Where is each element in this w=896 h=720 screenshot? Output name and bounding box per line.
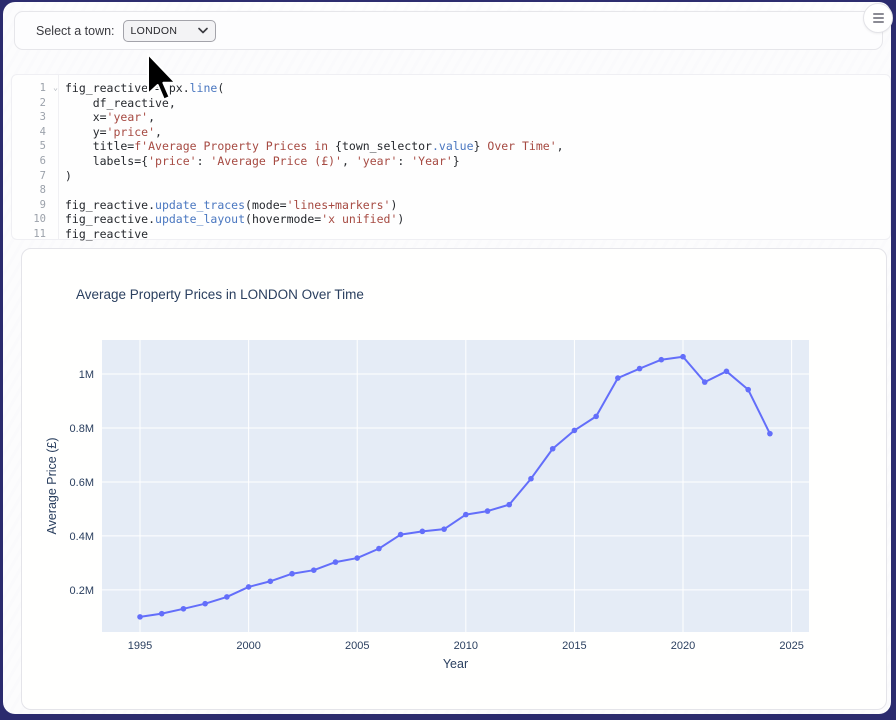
data-point <box>593 414 599 420</box>
data-point <box>637 366 643 372</box>
code-line: 7) <box>12 169 890 184</box>
data-point <box>289 571 295 577</box>
code-line: 9fig_reactive.update_traces(mode='lines+… <box>12 198 890 213</box>
chart-title: Average Property Prices in LONDON Over T… <box>76 287 364 302</box>
data-point <box>724 369 730 375</box>
code-editor[interactable]: 1⌄fig_reactive = px.line(2 df_reactive,3… <box>11 74 891 240</box>
town-selector-cell: Select a town: LONDON <box>14 11 883 50</box>
data-point <box>550 446 556 452</box>
data-point <box>246 584 252 590</box>
code-line: 8 <box>12 183 890 198</box>
y-axis-title: Average Price (£) <box>45 437 59 534</box>
town-dropdown[interactable]: LONDON <box>123 20 216 42</box>
x-tick-label: 2000 <box>236 640 260 652</box>
data-point <box>224 594 230 600</box>
data-point <box>659 357 665 363</box>
fold-chevron-icon[interactable]: ⌄ <box>53 81 58 96</box>
code-line: 10fig_reactive.update_layout(hovermode='… <box>12 212 890 227</box>
code-line: 3 x='year', <box>12 110 890 125</box>
data-point <box>463 512 469 518</box>
data-point <box>420 529 426 535</box>
menu-button[interactable] <box>863 3 893 33</box>
data-point <box>441 526 447 532</box>
data-point <box>354 555 360 561</box>
chevron-down-icon <box>198 27 208 34</box>
x-tick-label: 1995 <box>128 640 152 652</box>
data-point <box>202 601 208 607</box>
data-point <box>137 614 143 620</box>
data-point <box>181 606 187 612</box>
data-point <box>311 567 317 573</box>
notebook-panel: Select a town: LONDON 1⌄fig_reactive = p… <box>3 2 891 714</box>
data-point <box>702 379 708 385</box>
x-axis-title: Year <box>443 657 468 671</box>
town-dropdown-value: LONDON <box>131 25 178 37</box>
code-line: 11fig_reactive <box>12 227 890 242</box>
data-point <box>268 578 274 584</box>
x-tick-label: 2010 <box>454 640 478 652</box>
x-tick-label: 2015 <box>562 640 586 652</box>
data-point <box>506 502 512 508</box>
property-price-chart[interactable]: 1995 2000 2005 2010 2015 2020 2025 0.2M 0.4M 0.6M… <box>22 249 886 707</box>
x-tick-label: 2025 <box>779 640 803 652</box>
hamburger-icon <box>873 13 884 23</box>
data-point <box>398 532 404 538</box>
code-line: 1⌄fig_reactive = px.line( <box>12 81 890 96</box>
data-point <box>572 428 578 434</box>
data-point <box>528 476 534 482</box>
town-selector-label: Select a town: <box>36 24 115 38</box>
code-line: 6 labels={'price': 'Average Price (£)', … <box>12 154 890 169</box>
data-point <box>745 387 751 393</box>
code-line: 4 y='price', <box>12 125 890 140</box>
code-line: 2 df_reactive, <box>12 96 890 111</box>
data-point <box>680 354 686 360</box>
data-point <box>485 508 491 514</box>
y-tick-label: 0.8M <box>70 423 94 435</box>
data-point <box>615 375 621 381</box>
y-tick-label: 0.6M <box>70 477 94 489</box>
chart-output-cell: 1995 2000 2005 2010 2015 2020 2025 0.2M 0.4M 0.6M… <box>21 248 887 710</box>
data-point <box>333 559 339 565</box>
code-lines: 1⌄fig_reactive = px.line(2 df_reactive,3… <box>12 81 890 242</box>
code-line: 5 title=f'Average Property Prices in {to… <box>12 139 890 154</box>
y-tick-label: 1M <box>79 369 94 381</box>
data-point <box>376 546 382 552</box>
y-tick-label: 0.4M <box>70 531 94 543</box>
data-point <box>159 611 165 617</box>
y-tick-label: 0.2M <box>70 585 94 597</box>
x-tick-label: 2005 <box>345 640 369 652</box>
x-tick-label: 2020 <box>671 640 695 652</box>
data-point <box>767 431 773 437</box>
